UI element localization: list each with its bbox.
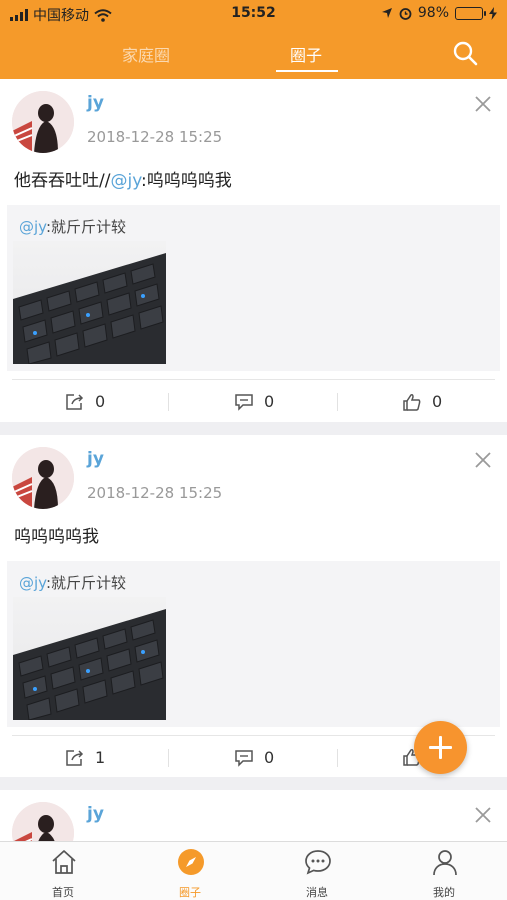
- nav-home-label: 首页: [52, 886, 74, 899]
- post-content: 呜呜呜呜我: [14, 527, 99, 547]
- quoted-body: :就斤斤计较: [45, 218, 127, 236]
- post-card: jy: [0, 790, 507, 841]
- alarm-icon: [399, 7, 412, 20]
- nav-profile[interactable]: 我的: [381, 842, 507, 900]
- action-separator: [337, 749, 338, 767]
- tab-circle[interactable]: 圈子: [290, 42, 322, 66]
- action-separator: [168, 393, 169, 411]
- quoted-body: :就斤斤计较: [45, 574, 127, 592]
- quoted-mention[interactable]: @jy: [19, 218, 46, 236]
- like-count: 0: [432, 392, 443, 411]
- close-icon[interactable]: [474, 95, 492, 113]
- battery-percent: 98%: [417, 5, 449, 21]
- quoted-post[interactable]: @jy:就斤斤计较: [7, 561, 500, 727]
- share-count: 1: [95, 748, 106, 767]
- status-right: 98%: [381, 5, 497, 21]
- active-tab-indicator: [276, 70, 338, 72]
- quoted-post[interactable]: @jy:就斤斤计较: [7, 205, 500, 371]
- person-icon: [433, 850, 457, 876]
- comment-button[interactable]: 0: [234, 392, 274, 411]
- post-username[interactable]: jy: [87, 804, 104, 824]
- nav-messages[interactable]: 消息: [254, 842, 380, 900]
- home-icon: [52, 850, 76, 874]
- action-separator: [168, 749, 169, 767]
- share-button[interactable]: 1: [65, 748, 105, 767]
- share-button[interactable]: 0: [65, 392, 105, 411]
- nav-profile-label: 我的: [433, 886, 455, 899]
- avatar[interactable]: [12, 447, 74, 509]
- share-count: 0: [95, 392, 106, 411]
- comment-icon: [235, 393, 253, 411]
- create-post-fab[interactable]: [414, 721, 467, 774]
- nav-messages-label: 消息: [306, 886, 328, 899]
- charging-icon: [489, 6, 497, 20]
- chat-bubble-icon: [305, 850, 331, 875]
- action-divider: [12, 379, 495, 380]
- share-icon: [66, 393, 84, 410]
- nav-circle[interactable]: 圈子: [127, 842, 253, 900]
- tab-family-circle[interactable]: 家庭圈: [122, 42, 170, 66]
- post-content: 他吞吞吐吐//@jy:呜呜呜呜我: [14, 166, 232, 191]
- comment-count: 0: [264, 392, 275, 411]
- like-button[interactable]: 0: [402, 392, 442, 411]
- nav-home[interactable]: 首页: [0, 842, 126, 900]
- battery-icon: [455, 6, 486, 20]
- comment-button[interactable]: 0: [234, 748, 274, 767]
- nav-circle-label: 圈子: [179, 886, 201, 899]
- post-username[interactable]: jy: [87, 93, 104, 113]
- location-arrow-icon: [381, 8, 392, 18]
- post-text-rest: :呜呜呜呜我: [141, 171, 232, 191]
- avatar[interactable]: [12, 91, 74, 153]
- quoted-image-keyboard[interactable]: [13, 597, 166, 720]
- top-tabs: 家庭圈 圈子: [0, 28, 507, 79]
- close-icon[interactable]: [474, 451, 492, 469]
- compass-icon: [178, 849, 204, 875]
- thumbs-up-icon: [403, 393, 421, 411]
- avatar[interactable]: [12, 802, 74, 841]
- app-header: 中国移动 15:52 98% 家庭圈 圈子: [0, 0, 507, 79]
- post-timestamp: 2018-12-28 15:25: [87, 484, 223, 502]
- action-separator: [337, 393, 338, 411]
- quoted-text: @jy:就斤斤计较: [19, 216, 126, 237]
- status-bar: 中国移动 15:52 98%: [0, 0, 507, 28]
- quoted-image-keyboard[interactable]: [13, 241, 166, 364]
- post-card: jy 2018-12-28 15:25 他吞吞吐吐//@jy:呜呜呜呜我 @jy…: [0, 79, 507, 422]
- mention-link[interactable]: @jy: [110, 171, 141, 191]
- post-timestamp: 2018-12-28 15:25: [87, 128, 223, 146]
- comment-count: 0: [264, 748, 275, 767]
- quoted-text: @jy:就斤斤计较: [19, 572, 126, 593]
- share-icon: [66, 749, 84, 766]
- quoted-mention[interactable]: @jy: [19, 574, 46, 592]
- close-icon[interactable]: [474, 806, 492, 824]
- post-username[interactable]: jy: [87, 449, 104, 469]
- comment-icon: [235, 749, 253, 767]
- search-icon[interactable]: [452, 40, 478, 66]
- post-text: 他吞吞吐吐//: [14, 171, 111, 191]
- bottom-tab-bar: 首页 圈子 消息 我的: [0, 841, 507, 900]
